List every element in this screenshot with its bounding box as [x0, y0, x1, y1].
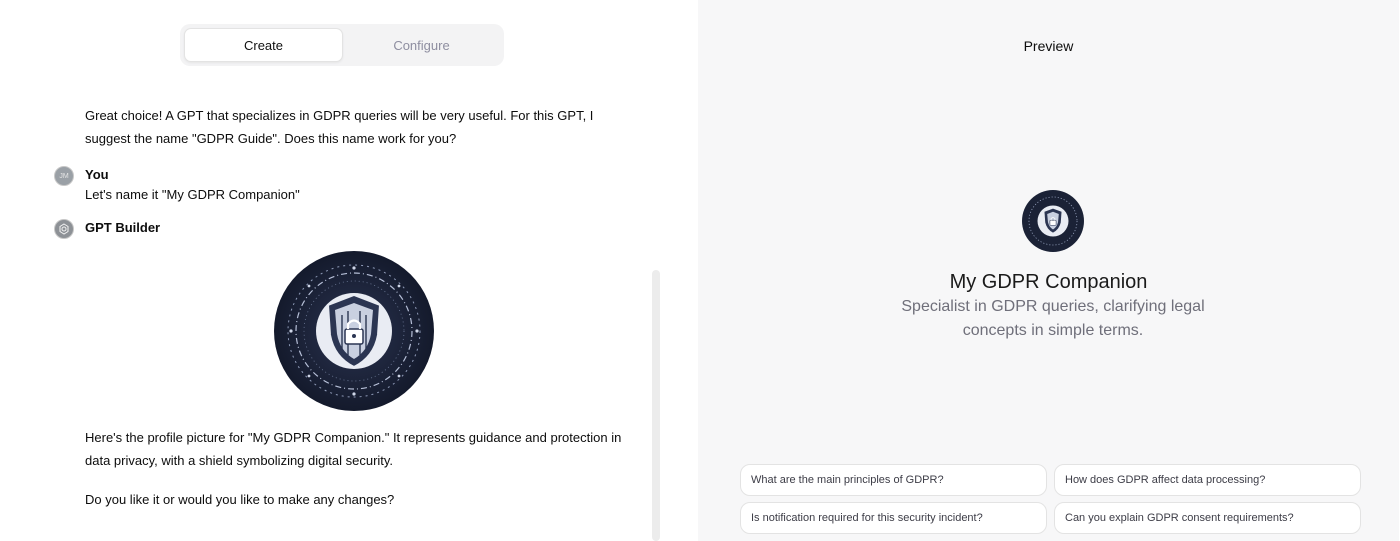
openai-logo-icon: [54, 219, 74, 239]
chat-scrollbar[interactable]: [652, 270, 660, 541]
conversation-starter[interactable]: What are the main principles of GDPR?: [740, 464, 1047, 496]
builder-message: Here's the profile picture for "My GDPR …: [85, 430, 622, 468]
conversation-starter[interactable]: Is notification required for this securi…: [740, 502, 1047, 534]
user-author-label: You: [85, 167, 109, 182]
openai-logo-glyph: [59, 223, 69, 235]
gpt-avatar: [1022, 190, 1084, 252]
builder-message: Great choice! A GPT that specializes in …: [85, 108, 594, 146]
preview-title: Preview: [1023, 38, 1074, 54]
gpt-builder-app: Create Configure Great choice! A GPT tha…: [0, 0, 1400, 541]
gpt-description: Specialist in GDPR queries, clarifying l…: [901, 298, 1205, 339]
builder-author-label: GPT Builder: [85, 220, 161, 235]
builder-panel: Create Configure Great choice! A GPT tha…: [0, 0, 698, 541]
conversation-starter[interactable]: How does GDPR affect data processing?: [1054, 464, 1361, 496]
user-initials: JM: [59, 172, 69, 180]
chat-thread: Great choice! A GPT that specializes in …: [0, 0, 698, 541]
builder-message: Do you like it or would you like to make…: [85, 492, 395, 507]
user-avatar: JM: [54, 166, 74, 186]
gpt-name: My GDPR Companion: [949, 271, 1148, 293]
conversation-starter[interactable]: Can you explain GDPR consent requirement…: [1054, 502, 1361, 534]
shield-lock-icon[interactable]: [274, 251, 434, 411]
user-message: Let's name it "My GDPR Companion": [85, 187, 300, 202]
preview-panel: Preview My GDPR Companion Specialist in …: [698, 0, 1399, 541]
